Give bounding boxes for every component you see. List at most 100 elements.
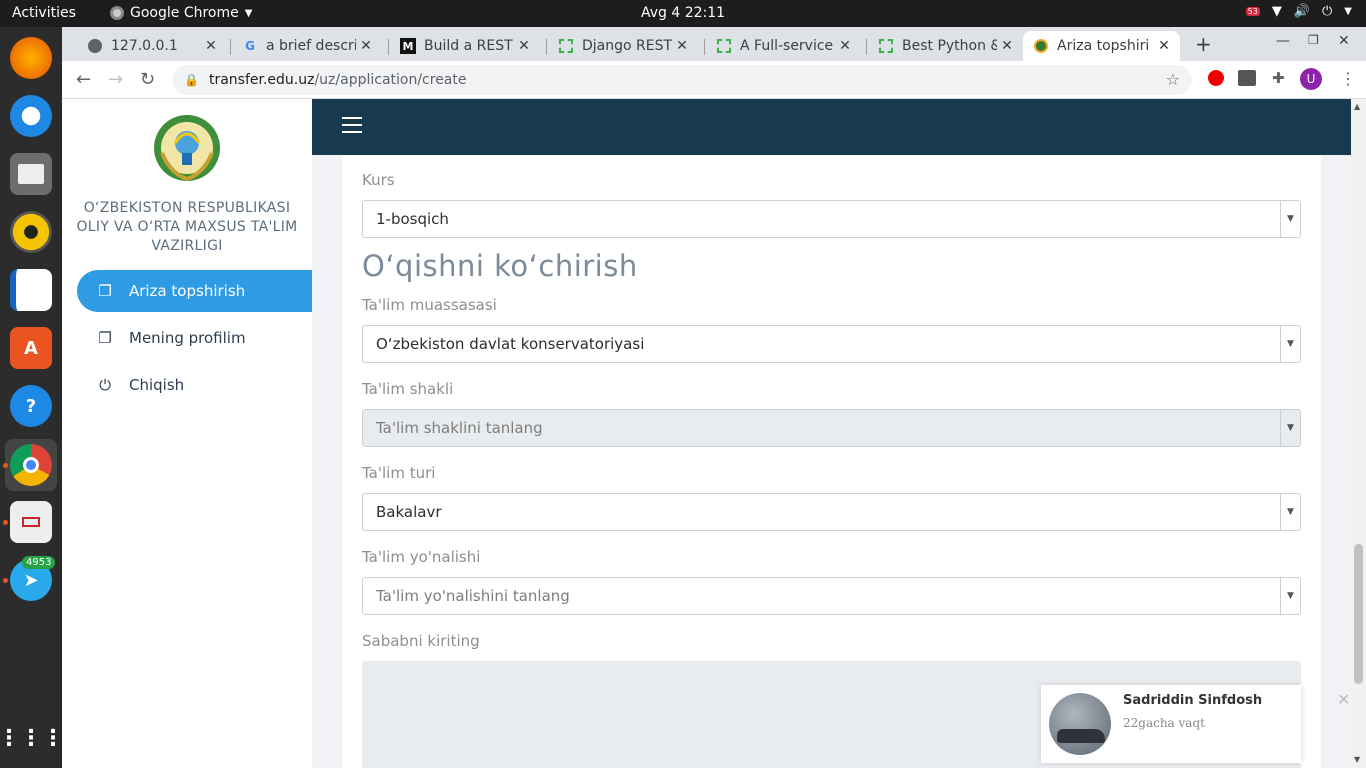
close-icon[interactable]: ✕ xyxy=(997,38,1017,54)
files-icon[interactable] xyxy=(10,153,52,195)
document-icon: ❐ xyxy=(98,282,112,300)
shakl-label: Ta'lim shakli xyxy=(362,380,454,398)
writer-icon[interactable] xyxy=(10,269,52,311)
document-viewer-icon[interactable] xyxy=(10,501,52,543)
notification-close-icon[interactable]: ✕ xyxy=(1337,690,1350,709)
dotted-square-icon xyxy=(716,38,732,54)
close-icon[interactable]: ✕ xyxy=(672,38,692,54)
help-icon[interactable]: ? xyxy=(10,385,52,427)
sidebar-item-profile[interactable]: ❐ Mening profilim xyxy=(77,317,312,359)
restore-button[interactable]: ❐ xyxy=(1308,33,1319,47)
google-icon: G xyxy=(245,39,255,53)
sidebar-item-logout[interactable]: ⏻ Chiqish xyxy=(77,364,312,406)
tab-title: a brief descrip xyxy=(266,38,356,54)
shakl-select[interactable]: Ta'lim shaklini tanlang ▼ xyxy=(362,409,1301,447)
tab-separator xyxy=(230,39,231,55)
close-icon[interactable]: ✕ xyxy=(835,38,855,54)
notification-message: 22gacha vaqt xyxy=(1123,716,1205,730)
kurs-value: 1-bosqich xyxy=(376,210,449,228)
tab-3[interactable]: M Build a REST A ✕ xyxy=(390,31,540,61)
tab-7-active[interactable]: Ariza topshiri ✕ xyxy=(1023,31,1180,61)
system-tray[interactable]: 53 ▼ 🔊 ⏻ ▼ xyxy=(1245,4,1352,19)
kebab-menu-icon[interactable]: ⋮ xyxy=(1340,69,1356,88)
close-icon[interactable]: ✕ xyxy=(1154,38,1174,54)
tab-1[interactable]: 127.0.0.1 ✕ xyxy=(77,31,227,61)
forward-button[interactable]: → xyxy=(108,69,123,90)
chevron-down-icon: ▼ xyxy=(1344,6,1352,17)
window-close-button[interactable]: ✕ xyxy=(1338,33,1350,49)
emblem-icon xyxy=(1033,38,1049,54)
tab-2[interactable]: G a brief descrip ✕ xyxy=(232,31,382,61)
url-host: transfer.edu.uz xyxy=(208,72,315,88)
web-page: O‘ZBEKISTON RESPUBLIKASI OLIY VA O‘RTA M… xyxy=(62,99,1366,768)
tab-6[interactable]: Best Python & ✕ xyxy=(868,31,1023,61)
firefox-icon[interactable] xyxy=(10,37,52,79)
turi-value: Bakalavr xyxy=(376,503,442,521)
page-scrollbar[interactable]: ▲ ▼ xyxy=(1351,99,1366,768)
sidebar-item-label: Chiqish xyxy=(129,376,185,394)
chevron-down-icon: ▼ xyxy=(1280,326,1300,362)
os-top-bar: Activities Google Chrome ▼ Avg 4 22:11 5… xyxy=(0,0,1366,27)
avatar xyxy=(1049,693,1111,755)
tray-notification-badge[interactable]: 53 xyxy=(1245,7,1260,16)
yonalish-label: Ta'lim yo'nalishi xyxy=(362,548,481,566)
kurs-select[interactable]: 1-bosqich ▼ xyxy=(362,200,1301,238)
incognito-extension-icon[interactable] xyxy=(1238,70,1256,86)
volume-icon: 🔊 xyxy=(1293,4,1310,19)
scroll-down-icon[interactable]: ▼ xyxy=(1354,755,1360,764)
chevron-down-icon: ▼ xyxy=(1280,578,1300,614)
yonalish-select[interactable]: Ta'lim yo'nalishini tanlang ▼ xyxy=(362,577,1301,615)
address-bar[interactable]: 🔒 transfer.edu.uz/uz/application/create … xyxy=(172,65,1192,95)
dotted-square-icon xyxy=(878,38,894,54)
tab-title: 127.0.0.1 xyxy=(111,38,178,54)
chrome-icon[interactable] xyxy=(10,444,52,486)
main-content: Kurs 1-bosqich ▼ O‘qishni ko‘chirish Ta'… xyxy=(312,155,1351,768)
muassasa-label: Ta'lim muassasasi xyxy=(362,296,497,314)
tab-separator xyxy=(704,39,705,55)
globe-icon xyxy=(87,38,103,54)
chrome-small-icon xyxy=(110,6,124,20)
tab-separator xyxy=(388,39,389,55)
uzbekistan-emblem-logo xyxy=(154,115,220,182)
reload-button[interactable]: ↻ xyxy=(140,69,155,90)
sidebar-item-label: Mening profilim xyxy=(129,329,246,347)
opera-vpn-icon[interactable] xyxy=(1208,70,1224,86)
ministry-line-2: OLIY VA O‘RTA MAXSUS TA'LIM xyxy=(76,219,298,235)
scrollbar-thumb[interactable] xyxy=(1354,544,1363,684)
tab-5[interactable]: A Full-service ✕ xyxy=(706,31,861,61)
bookmark-star-icon[interactable]: ☆ xyxy=(1166,70,1180,89)
rhythmbox-icon[interactable] xyxy=(10,211,52,253)
software-center-icon[interactable]: A xyxy=(10,327,52,369)
tab-4[interactable]: Django REST A ✕ xyxy=(548,31,698,61)
muassasa-select[interactable]: O‘zbekiston davlat konservatoriyasi ▼ xyxy=(362,325,1301,363)
thunderbird-icon[interactable] xyxy=(10,95,52,137)
lock-icon: 🔒 xyxy=(184,73,199,87)
close-icon[interactable]: ✕ xyxy=(514,38,534,54)
app-menu[interactable]: Google Chrome ▼ xyxy=(110,5,252,21)
scroll-up-icon[interactable]: ▲ xyxy=(1354,102,1360,111)
profile-avatar[interactable]: U xyxy=(1300,68,1322,90)
tab-strip: 127.0.0.1 ✕ G a brief descrip ✕ M Build … xyxy=(62,27,1366,61)
close-icon[interactable]: ✕ xyxy=(356,38,376,54)
yonalish-placeholder: Ta'lim yo'nalishini tanlang xyxy=(376,587,570,605)
hamburger-menu-icon[interactable] xyxy=(342,117,362,133)
chevron-down-icon: ▼ xyxy=(1280,201,1300,237)
close-icon[interactable]: ✕ xyxy=(201,38,221,54)
application-form: Kurs 1-bosqich ▼ O‘qishni ko‘chirish Ta'… xyxy=(342,155,1321,768)
running-indicator xyxy=(3,463,8,468)
notification-toast[interactable]: Sadriddin Sinfdosh 22gacha vaqt xyxy=(1041,685,1301,763)
sidebar-item-ariza[interactable]: ❐ Ariza topshirish xyxy=(77,270,312,312)
notification-sender: Sadriddin Sinfdosh xyxy=(1123,693,1263,708)
puzzle-icon[interactable]: ✚ xyxy=(1272,69,1285,87)
chevron-down-icon: ▼ xyxy=(1280,494,1300,530)
activities-button[interactable]: Activities xyxy=(12,5,76,21)
caret-down-icon: ▼ xyxy=(244,7,253,19)
turi-select[interactable]: Bakalavr ▼ xyxy=(362,493,1301,531)
tab-title: Build a REST A xyxy=(424,38,514,54)
running-indicator xyxy=(3,578,8,583)
show-applications-icon[interactable]: ⋮⋮⋮ xyxy=(0,717,64,759)
minimize-button[interactable]: — xyxy=(1276,33,1290,49)
ministry-line-1: O‘ZBEKISTON RESPUBLIKASI xyxy=(83,200,291,216)
back-button[interactable]: ← xyxy=(76,69,91,90)
new-tab-button[interactable]: + xyxy=(1195,32,1212,56)
